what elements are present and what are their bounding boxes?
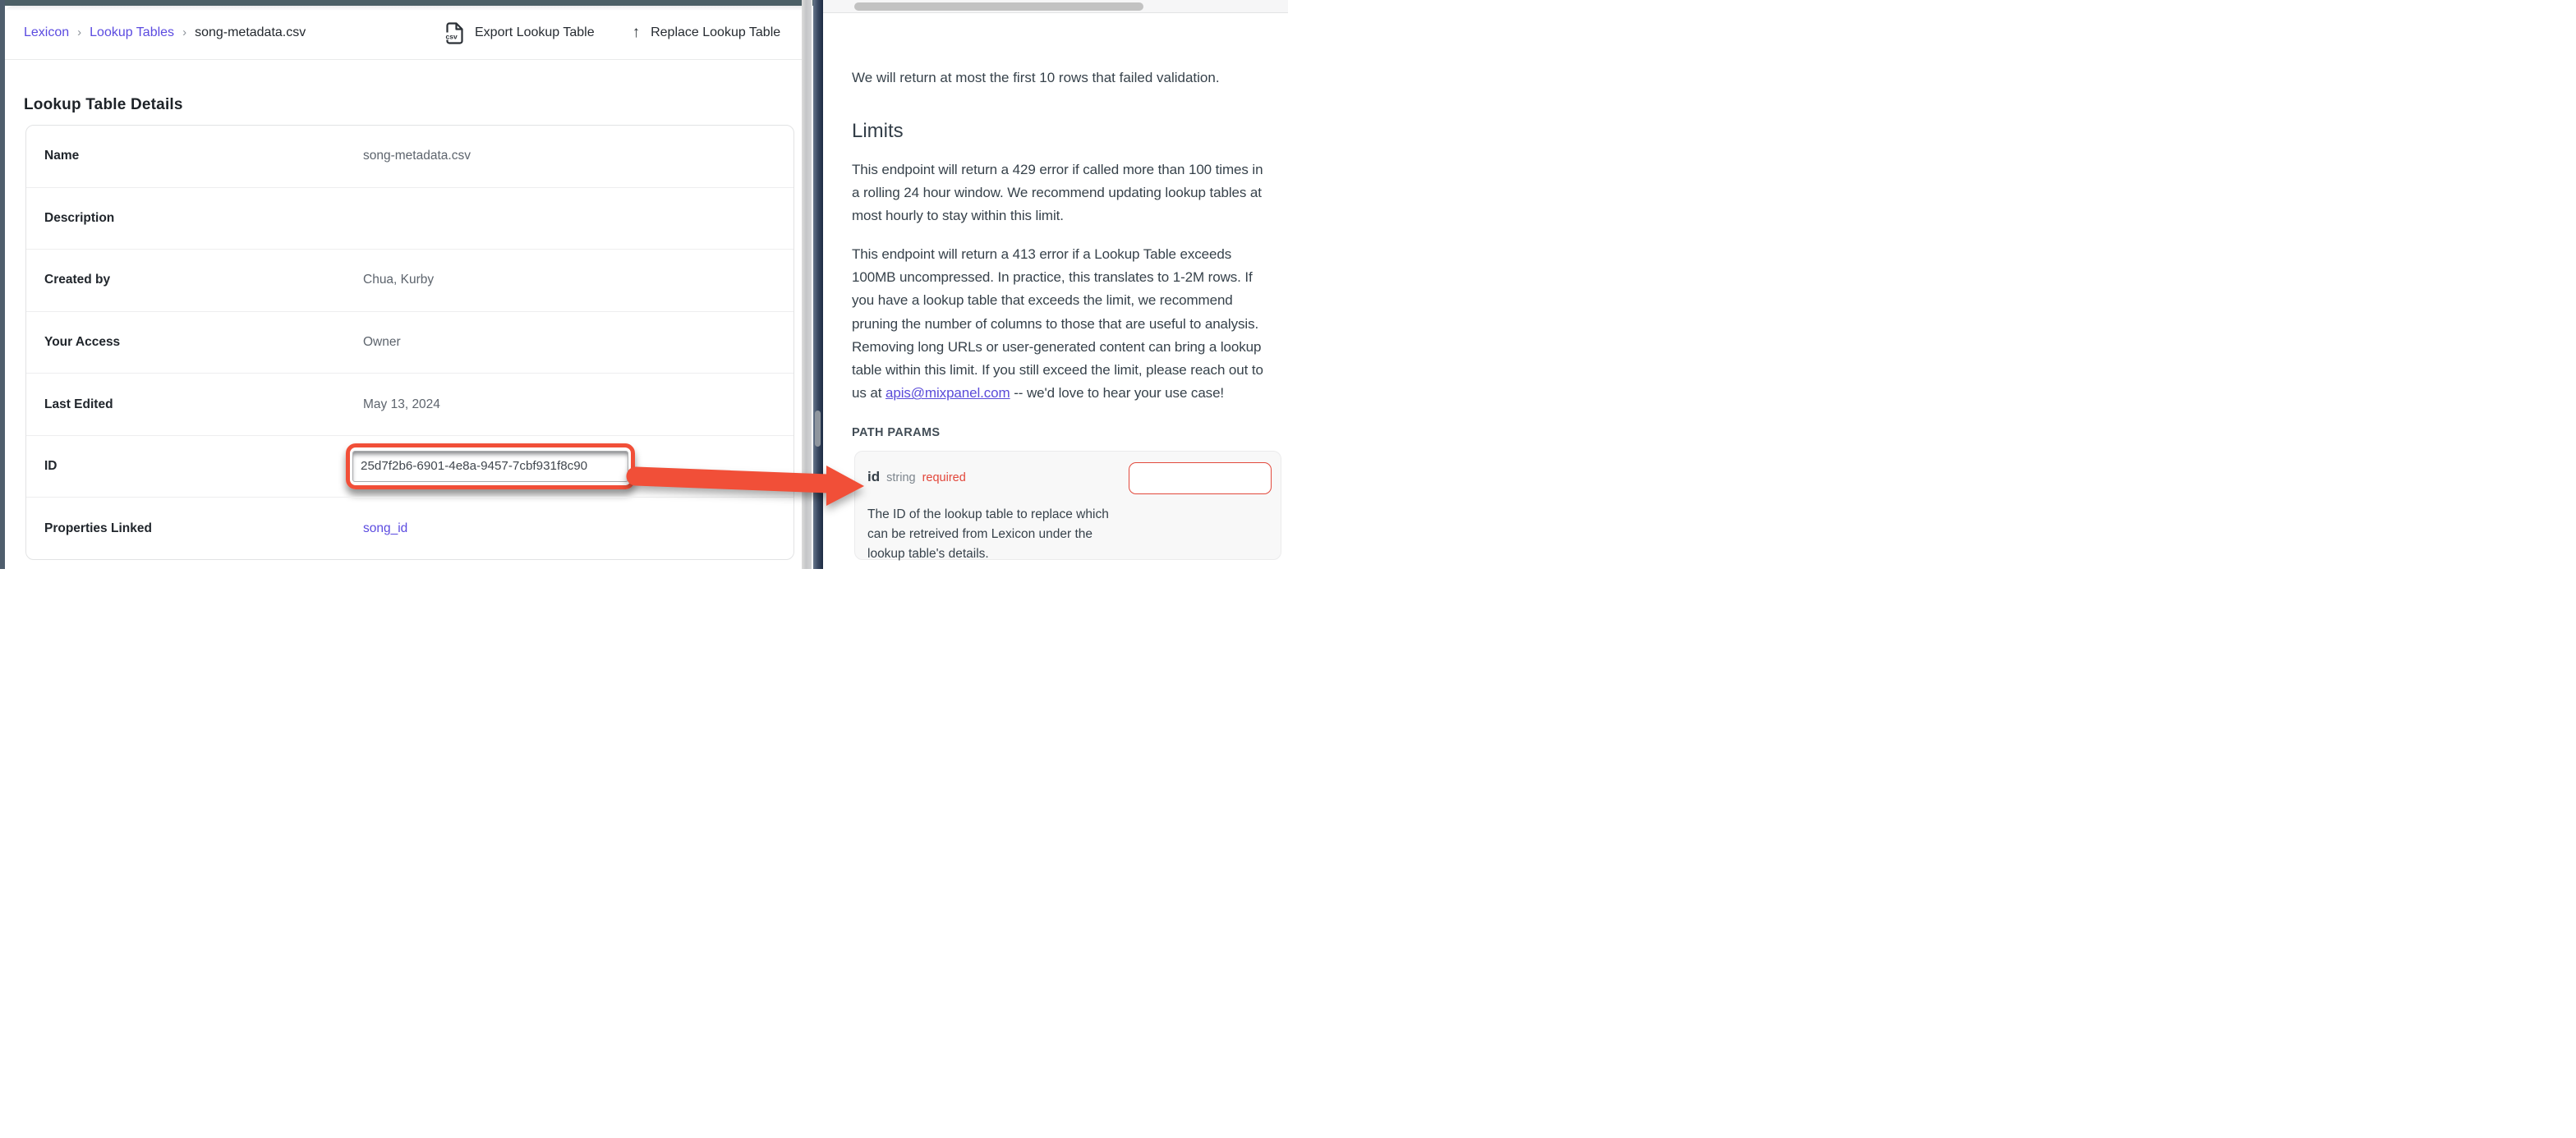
param-name: id [867, 469, 880, 485]
detail-label: Created by [44, 273, 110, 287]
detail-row-last-edited: Last Edited May 13, 2024 [26, 373, 794, 435]
export-lookup-table-button[interactable]: csv Export Lookup Table [445, 22, 595, 44]
upload-arrow-icon: ↑ [632, 24, 641, 42]
breadcrumb-separator-icon: › [182, 25, 186, 39]
replace-button-label: Replace Lookup Table [651, 25, 780, 40]
param-description: The ID of the lookup table to replace wh… [867, 505, 1114, 564]
path-params-heading: PATH PARAMS [852, 426, 941, 439]
breadcrumb: Lexicon › Lookup Tables › song-metadata.… [24, 6, 306, 60]
limits-heading: Limits [852, 120, 904, 143]
detail-row-name: Name song-metadata.csv [26, 126, 794, 187]
lexicon-toolbar: csv Export Lookup Table ↑ Replace Lookup… [445, 6, 780, 60]
breadcrumb-separator-icon: › [77, 25, 81, 39]
detail-label: Last Edited [44, 397, 113, 412]
limits-paragraph-2-text: This endpoint will return a 413 error if… [852, 246, 1263, 401]
detail-label: Description [44, 211, 114, 226]
detail-label: ID [44, 459, 58, 474]
replace-lookup-table-button[interactable]: ↑ Replace Lookup Table [632, 24, 781, 42]
csv-file-icon: csv [445, 22, 464, 44]
detail-row-properties-linked: Properties Linked song_id [26, 497, 794, 559]
detail-label: Your Access [44, 335, 120, 350]
docs-intro-text: We will return at most the first 10 rows… [852, 67, 1276, 89]
detail-label: Name [44, 149, 79, 163]
window-gap-divider [813, 0, 823, 569]
export-button-label: Export Lookup Table [475, 25, 595, 40]
breadcrumb-current-item: song-metadata.csv [195, 25, 306, 40]
limits-paragraph-1: This endpoint will return a 429 error if… [852, 158, 1272, 227]
song-id-property-link[interactable]: song_id [363, 521, 407, 536]
left-window-scrollbar-track[interactable] [802, 0, 812, 569]
breadcrumb-lexicon-link[interactable]: Lexicon [24, 25, 69, 40]
svg-text:csv: csv [446, 32, 458, 40]
path-param-card: id string required The ID of the lookup … [854, 451, 1281, 560]
limits-paragraph-2: This endpoint will return a 413 error if… [852, 243, 1272, 405]
id-param-input[interactable] [1129, 462, 1272, 494]
detail-value: song-metadata.csv [363, 149, 471, 163]
lexicon-window: Lexicon › Lookup Tables › song-metadata.… [5, 6, 802, 569]
detail-row-your-access: Your Access Owner [26, 311, 794, 374]
docs-hscrollbar-thumb[interactable] [854, 2, 1143, 11]
param-type: string [886, 471, 915, 484]
detail-row-description: Description [26, 187, 794, 250]
page-title: Lookup Table Details [24, 96, 183, 114]
detail-value: Chua, Kurby [363, 273, 434, 287]
param-required-badge: required [922, 471, 966, 484]
detail-row-created-by: Created by Chua, Kurby [26, 249, 794, 311]
api-docs-window: We will return at most the first 10 rows… [823, 0, 1288, 569]
detail-value: May 13, 2024 [363, 397, 440, 412]
detail-label: Properties Linked [44, 521, 152, 536]
desktop-top-strip [0, 0, 823, 6]
right-window-scrollbar-thumb[interactable] [815, 411, 821, 447]
apis-mixpanel-email-link[interactable]: apis@mixpanel.com [886, 385, 1010, 401]
breadcrumb-lookup-tables-link[interactable]: Lookup Tables [90, 25, 174, 40]
lookup-table-details-card: Name song-metadata.csv Description Creat… [25, 125, 794, 560]
detail-row-id: ID 25d7f2b6-6901-4e8a-9457-7cbf931f8c90 [26, 435, 794, 498]
lookup-table-id-field[interactable]: 25d7f2b6-6901-4e8a-9457-7cbf931f8c90 [352, 451, 628, 482]
lexicon-header: Lexicon › Lookup Tables › song-metadata.… [5, 6, 802, 60]
param-signature: id string required [867, 469, 966, 485]
detail-value: Owner [363, 335, 401, 350]
limits-paragraph-2-tail: -- we'd love to hear your use case! [1010, 385, 1224, 401]
docs-hscrollbar-track[interactable] [823, 0, 1288, 13]
